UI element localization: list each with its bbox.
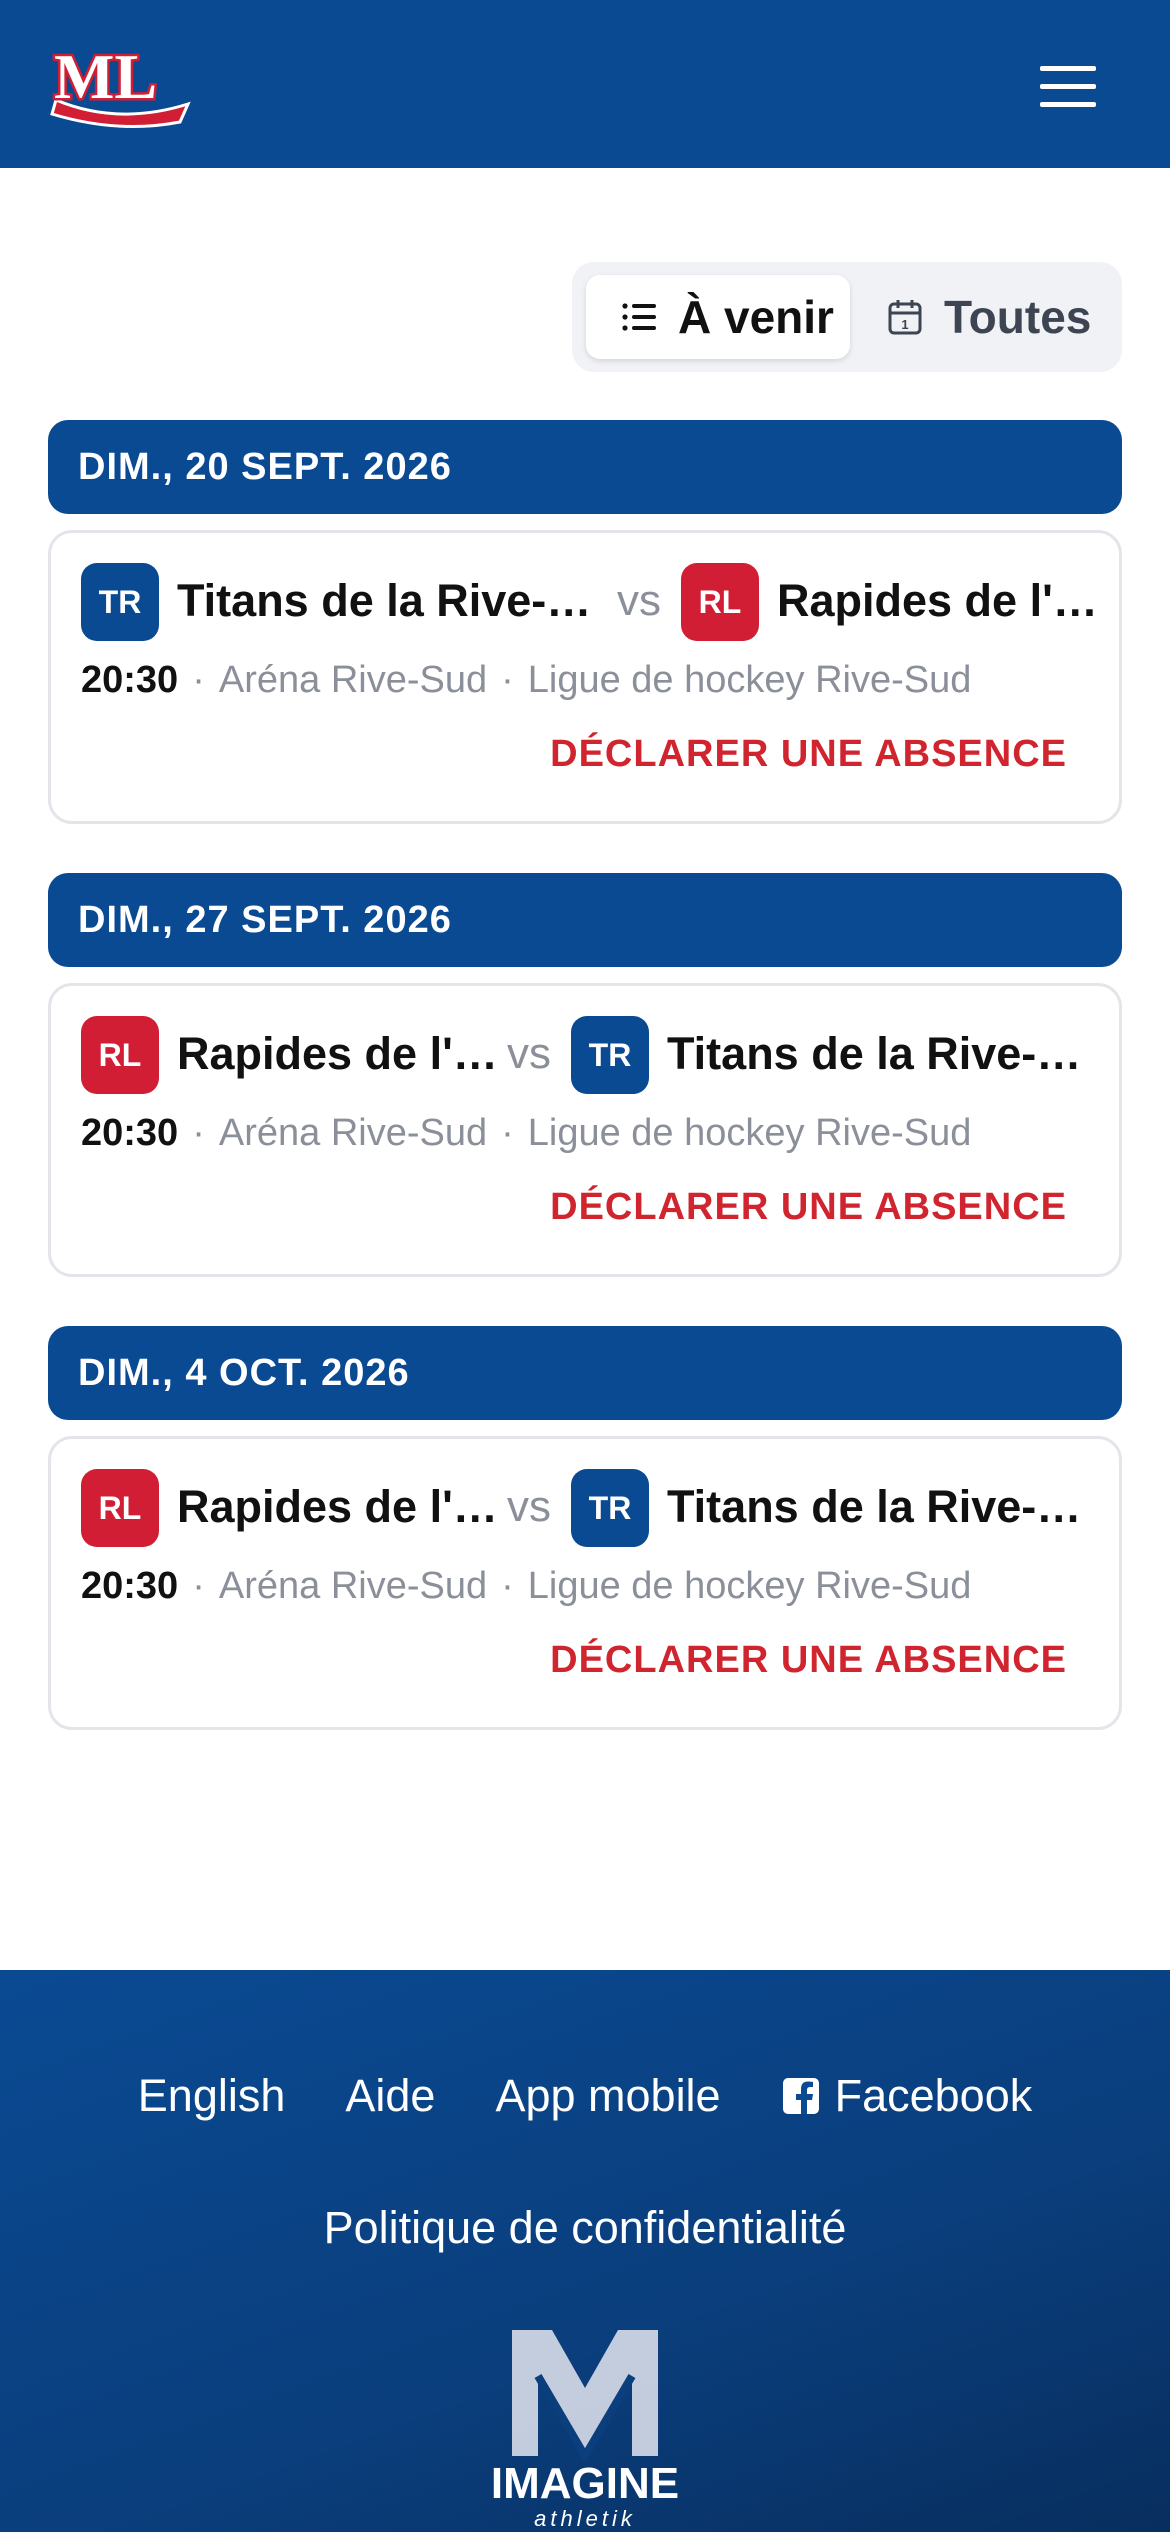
footer-links: English Aide App mobile Facebook (0, 2070, 1170, 2122)
facebook-label: Facebook (834, 2070, 1033, 2121)
calendar-icon: 1 (888, 299, 922, 335)
game-card[interactable]: RL Rapides de l'… vs TR Titans de la Riv… (48, 1436, 1122, 1730)
english-link[interactable]: English (138, 2070, 286, 2122)
game-date-header: DIM., 4 OCT. 2026 (48, 1326, 1122, 1420)
game-date-header: DIM., 27 SEPT. 2026 (48, 873, 1122, 967)
filter-all-button[interactable]: 1 Toutes (872, 275, 1112, 359)
mobile-app-link[interactable]: App mobile (495, 2070, 720, 2122)
vs-label: vs (507, 1029, 551, 1078)
filter-upcoming-label: À venir (678, 291, 834, 343)
game-time: 20:30 (81, 1112, 179, 1154)
game-venue: Aréna Rive-Sud (218, 1565, 488, 1607)
facebook-link[interactable]: Facebook (781, 2070, 1033, 2122)
team-badge-away: RL (681, 563, 759, 641)
game-time: 20:30 (81, 659, 179, 701)
svg-text:IMAGINE: IMAGINE (491, 2459, 679, 2508)
top-bar: ML (0, 0, 1170, 168)
game-details: 20:30 · Aréna Rive-Sud · Ligue de hockey Riv… (81, 659, 972, 701)
team-badge-home: RL (81, 1016, 159, 1094)
game-details: 20:30 · Aréna Rive-Sud · Ligue de hockey Riv… (81, 1112, 972, 1154)
vs-label: vs (617, 576, 661, 625)
filter-all-label: Toutes (944, 291, 1092, 343)
hamburger-menu-icon[interactable] (1040, 60, 1106, 110)
team-name-away: Titans de la Rive-… (667, 1481, 1082, 1532)
game-date-header: DIM., 20 SEPT. 2026 (48, 420, 1122, 514)
team-name-home: Titans de la Rive-… (177, 575, 592, 626)
svg-text:1: 1 (901, 317, 908, 332)
svg-text:ML: ML (54, 41, 157, 112)
help-link[interactable]: Aide (345, 2070, 435, 2122)
declare-absence-button[interactable]: DÉCLARER UNE ABSENCE (550, 1639, 1067, 1682)
site-footer: English Aide App mobile Facebook Politiq… (0, 1970, 1170, 2532)
game-league: Ligue de hockey Rive-Sud (527, 1112, 972, 1154)
privacy-policy-link[interactable]: Politique de confidentialité (0, 2202, 1170, 2254)
team-name-away: Titans de la Rive-… (667, 1028, 1082, 1079)
team-badge-home: TR (81, 563, 159, 641)
game-league: Ligue de hockey Rive-Sud (527, 1565, 972, 1607)
game-time: 20:30 (81, 1565, 179, 1607)
matchup: RL Rapides de l'… vs TR Titans de la Riv… (81, 1016, 1091, 1094)
team-badge-away: TR (571, 1016, 649, 1094)
ml-logo[interactable]: ML (48, 34, 194, 130)
team-name-home: Rapides de l'… (177, 1481, 498, 1532)
team-badge-home: RL (81, 1469, 159, 1547)
game-card[interactable]: TR Titans de la Rive-… vs RL Rapides de … (48, 530, 1122, 824)
game-league: Ligue de hockey Rive-Sud (527, 659, 972, 701)
svg-text:athletik: athletik (534, 2506, 636, 2531)
game-card[interactable]: RL Rapides de l'… vs TR Titans de la Riv… (48, 983, 1122, 1277)
game-details: 20:30 · Aréna Rive-Sud · Ligue de hockey Riv… (81, 1565, 972, 1607)
vs-label: vs (507, 1482, 551, 1531)
matchup: TR Titans de la Rive-… vs RL Rapides de … (81, 563, 1098, 641)
declare-absence-button[interactable]: DÉCLARER UNE ABSENCE (550, 733, 1067, 776)
team-name-home: Rapides de l'… (177, 1028, 498, 1079)
facebook-icon (782, 2078, 819, 2114)
list-icon (622, 302, 656, 332)
team-name-away: Rapides de l'… (777, 575, 1098, 626)
game-venue: Aréna Rive-Sud (218, 659, 488, 701)
filter-upcoming-button[interactable]: À venir (586, 275, 850, 359)
game-venue: Aréna Rive-Sud (218, 1112, 488, 1154)
schedule-filter: À venir 1 Toutes (572, 262, 1122, 372)
declare-absence-button[interactable]: DÉCLARER UNE ABSENCE (550, 1186, 1067, 1229)
imagine-athletik-logo: IMAGINE athletik (491, 2330, 679, 2531)
matchup: RL Rapides de l'… vs TR Titans de la Riv… (81, 1469, 1091, 1547)
team-badge-away: TR (571, 1469, 649, 1547)
